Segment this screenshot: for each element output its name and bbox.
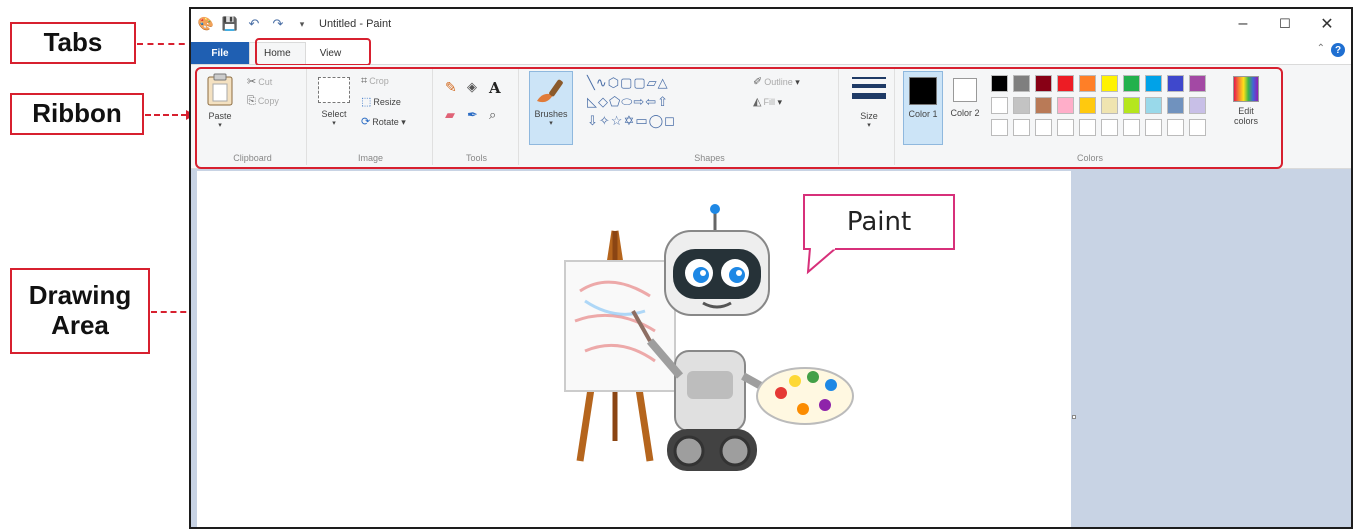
speech-bubble-text: Paint: [846, 207, 912, 237]
tabs-callout-label: Tabs: [43, 27, 103, 58]
tabs-callout: Tabs: [10, 22, 136, 64]
drawing-area-callout-line1: Drawing: [28, 280, 132, 311]
close-button[interactable]: ✕: [1307, 13, 1347, 35]
file-tab[interactable]: File: [191, 42, 249, 64]
drawing-area-callout-line2: Area: [51, 310, 109, 340]
redo-icon[interactable]: ↷: [269, 15, 287, 33]
maximize-button[interactable]: ☐: [1265, 13, 1305, 35]
save-icon[interactable]: 💾: [221, 15, 239, 33]
ribbon-callout: Ribbon: [10, 93, 144, 135]
paint-window: 🎨 💾 ↶ ↷ ▾ Untitled - Paint – ☐ ✕ File Ho…: [189, 7, 1353, 529]
window-title: Untitled - Paint: [319, 18, 392, 30]
collapse-ribbon-icon[interactable]: ⌃: [1317, 43, 1325, 54]
customize-quick-access-icon[interactable]: ▾: [293, 15, 311, 33]
ribbon-callout-label: Ribbon: [32, 98, 122, 129]
workspace: [191, 169, 1351, 527]
ribbon-highlight: [195, 67, 1283, 169]
help-icon[interactable]: ?: [1331, 43, 1345, 57]
tabs-highlight: [255, 38, 371, 66]
title-bar: 🎨 💾 ↶ ↷ ▾ Untitled - Paint – ☐ ✕: [191, 9, 1351, 39]
speech-bubble-tail: [806, 248, 837, 275]
canvas-resize-handle[interactable]: [1072, 415, 1076, 419]
minimize-button[interactable]: –: [1223, 13, 1263, 35]
speech-bubble: Paint: [803, 194, 955, 250]
drawing-area-callout: Drawing Area: [10, 268, 150, 354]
ribbon-callout-arrow: [145, 114, 187, 116]
undo-icon[interactable]: ↶: [245, 15, 263, 33]
figure: Tabs Ribbon Drawing Area 🎨 💾 ↶ ↷ ▾ Untit…: [0, 0, 1355, 531]
paint-app-icon[interactable]: 🎨: [197, 15, 215, 33]
